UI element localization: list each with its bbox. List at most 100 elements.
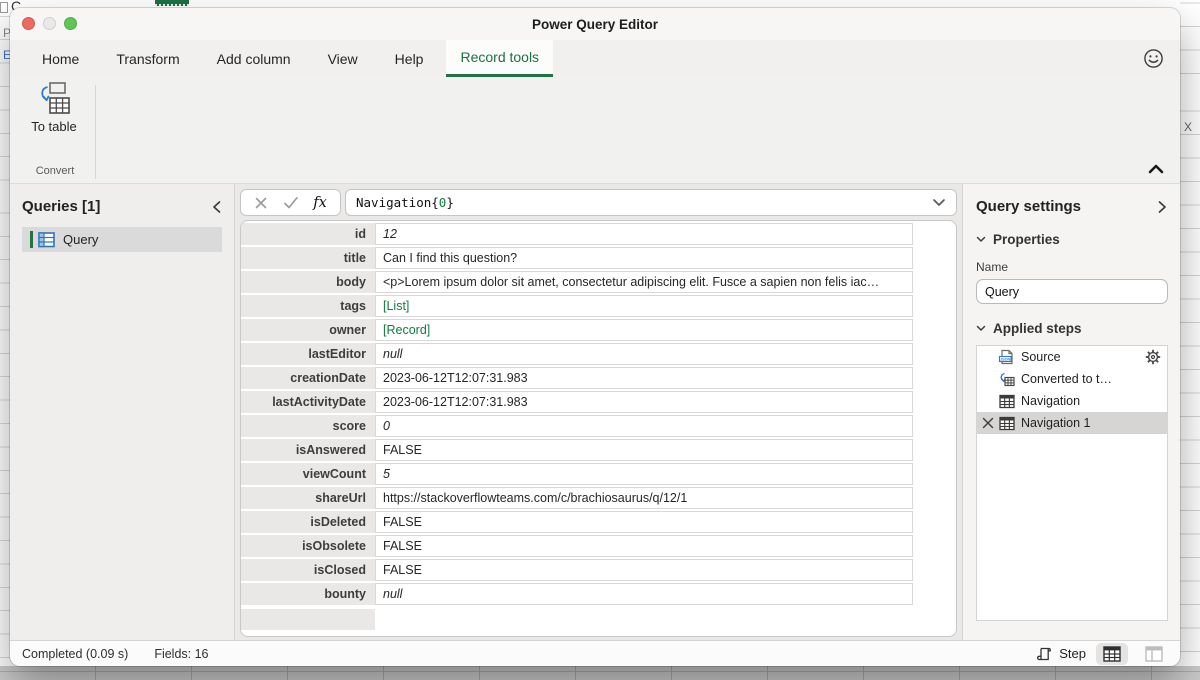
applied-steps-label: Applied steps [993, 321, 1082, 336]
query-list-item[interactable]: Query [22, 227, 222, 252]
record-view-empty-area [241, 607, 956, 630]
query-item-label: Query [63, 232, 98, 247]
record-field-row: title Can I find this question? [241, 247, 913, 269]
svg-text:JSON: JSON [1000, 357, 1010, 361]
applied-step-row[interactable]: Navigation 1 [977, 412, 1167, 434]
query-table-icon [38, 232, 56, 248]
record-field-row: shareUrl https://stackoverflowteams.com/… [241, 487, 913, 509]
field-name: bounty [241, 583, 375, 605]
cancel-formula-icon[interactable] [254, 196, 268, 210]
record-field-row: tags [List] [241, 295, 913, 317]
status-completed: Completed (0.09 s) [22, 647, 128, 661]
record-field-row: creationDate 2023-06-12T12:07:31.983 [241, 367, 913, 389]
step-scroll-icon [1035, 645, 1053, 663]
formula-text: Navigation{ [356, 195, 439, 210]
tab-home[interactable]: Home [28, 40, 93, 77]
field-value[interactable]: 2023-06-12T12:07:31.983 [375, 391, 913, 413]
field-value[interactable]: 0 [375, 415, 913, 437]
queries-panel-title: Queries [1] [22, 198, 100, 215]
field-name: shareUrl [241, 487, 375, 509]
formula-dropdown-chevron-icon[interactable] [932, 198, 946, 207]
field-value[interactable]: <p>Lorem ipsum dolor sit amet, consectet… [375, 271, 913, 293]
background-excel-selection [155, 0, 189, 6]
field-value[interactable]: FALSE [375, 535, 913, 557]
record-field-row: bounty null [241, 583, 913, 605]
status-fields-count: Fields: 16 [154, 647, 208, 661]
field-value[interactable]: [List] [375, 295, 913, 317]
record-field-row: isAnswered FALSE [241, 439, 913, 461]
ribbon: To table Convert [10, 77, 1180, 183]
field-name: lastEditor [241, 343, 375, 365]
step-toggle[interactable]: Step [1035, 645, 1086, 663]
table-icon [999, 416, 1015, 431]
collapse-ribbon-button[interactable] [1146, 161, 1166, 177]
chevron-up-icon [1146, 161, 1166, 177]
power-query-editor-window: Power Query Editor Home Transform Add co… [10, 8, 1180, 666]
field-value[interactable]: null [375, 583, 913, 605]
field-value[interactable]: 12 [375, 223, 913, 245]
chevron-down-icon [976, 325, 986, 332]
commit-formula-icon[interactable] [283, 196, 299, 209]
field-value[interactable]: Can I find this question? [375, 247, 913, 269]
tab-add-column[interactable]: Add column [203, 40, 305, 77]
formula-text: } [446, 195, 454, 210]
applied-step-row[interactable]: Converted to t… [977, 368, 1167, 390]
formula-input[interactable]: Navigation{0} [345, 189, 957, 216]
zoom-button[interactable] [64, 17, 77, 30]
delete-step-icon[interactable] [982, 417, 994, 429]
field-value[interactable]: 5 [375, 463, 913, 485]
minimize-button[interactable] [43, 17, 56, 30]
field-name: isDeleted [241, 511, 375, 533]
tab-view[interactable]: View [314, 40, 372, 77]
field-value[interactable]: FALSE [375, 511, 913, 533]
to-table-button[interactable]: To table [22, 81, 86, 159]
applied-steps-list: JSON Source Converted to t… [976, 345, 1168, 621]
record-field-row: isDeleted FALSE [241, 511, 913, 533]
field-value[interactable]: [Record] [375, 319, 913, 341]
chevron-down-icon [976, 236, 986, 243]
gear-icon[interactable] [1145, 349, 1161, 365]
field-name: score [241, 415, 375, 437]
collapse-queries-icon[interactable] [211, 200, 222, 214]
background-grid-bottom [0, 666, 1200, 680]
close-button[interactable] [22, 17, 35, 30]
field-value[interactable]: FALSE [375, 559, 913, 581]
query-name-input[interactable] [976, 279, 1168, 304]
background-close-x: X [1184, 120, 1192, 134]
field-value[interactable]: https://stackoverflowteams.com/c/brachio… [375, 487, 913, 509]
grid-view-button[interactable] [1096, 643, 1128, 665]
record-field-row: body <p>Lorem ipsum dolor sit amet, cons… [241, 271, 913, 293]
properties-section-header[interactable]: Properties [976, 232, 1167, 247]
field-value[interactable]: null [375, 343, 913, 365]
tab-help[interactable]: Help [381, 40, 438, 77]
record-field-row: isObsolete FALSE [241, 535, 913, 557]
applied-step-row[interactable]: Navigation [977, 390, 1167, 412]
field-value[interactable]: 2023-06-12T12:07:31.983 [375, 367, 913, 389]
field-name: isObsolete [241, 535, 375, 557]
record-field-row: viewCount 5 [241, 463, 913, 485]
queries-panel: Queries [1] Query [10, 184, 235, 640]
record-field-row: lastActivityDate 2023-06-12T12:07:31.983 [241, 391, 913, 413]
record-field-row: score 0 [241, 415, 913, 437]
applied-steps-section-header[interactable]: Applied steps [976, 321, 1167, 336]
collapse-settings-icon[interactable] [1157, 200, 1167, 214]
tab-transform[interactable]: Transform [102, 40, 193, 77]
field-name: creationDate [241, 367, 375, 389]
fx-icon[interactable]: fx [313, 195, 327, 211]
convert-group: To table Convert [22, 81, 88, 179]
field-name: isClosed [241, 559, 375, 581]
feedback-smiley-icon[interactable] [1143, 48, 1164, 69]
grid-view-icon [1103, 646, 1121, 662]
tab-record-tools[interactable]: Record tools [446, 40, 553, 77]
record-field-row: isClosed FALSE [241, 559, 913, 581]
pane-view-button[interactable] [1138, 643, 1170, 665]
pane-view-icon [1145, 646, 1163, 662]
field-name: viewCount [241, 463, 375, 485]
selected-query-accent [30, 231, 33, 248]
applied-step-row[interactable]: JSON Source [977, 346, 1167, 368]
field-name: tags [241, 295, 375, 317]
ribbon-tab-bar: Home Transform Add column View Help Reco… [10, 40, 1180, 77]
field-value[interactable]: FALSE [375, 439, 913, 461]
table-icon [999, 394, 1015, 409]
field-name: title [241, 247, 375, 269]
